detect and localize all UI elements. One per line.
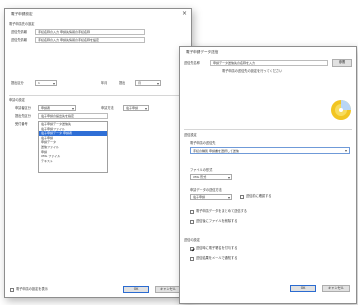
file-format-label: ファイルの形式 <box>190 168 213 172</box>
mail-notify-checkbox[interactable] <box>190 257 194 261</box>
section-label-send: 送信設定 <box>184 133 197 137</box>
cancel-button-back[interactable]: キャンセル <box>155 286 181 293</box>
field2-label: 送信先情報 <box>11 38 27 42</box>
separator <box>9 95 185 96</box>
signature-checkbox[interactable] <box>190 247 194 251</box>
title-bar: 電子申請データ送信 <box>180 47 356 58</box>
browse-button[interactable]: 参照 <box>332 59 352 67</box>
batch-send-checkbox[interactable] <box>190 210 194 214</box>
section-label-options: 送信の設定 <box>184 238 200 242</box>
disc-logo-icon <box>331 100 351 120</box>
mail-notify-label: 送信結果をメールで通知する <box>196 256 238 260</box>
signature-label: 送信時に電子署名を付与する <box>196 246 238 250</box>
dialog-title: 電子申請データ送信 <box>186 50 219 54</box>
file-format-combo[interactable]: XML 形式 <box>190 174 232 180</box>
destination-name-input[interactable]: 申請データ送信先の名称を入力 <box>210 60 328 66</box>
delete-after-checkbox[interactable] <box>190 220 194 224</box>
send-method-label: 申請データの送信方法 <box>190 188 222 192</box>
send-method-combo[interactable]: 電子申請 <box>190 194 232 200</box>
separator <box>184 129 352 130</box>
method-label: 申請方法 <box>101 106 114 110</box>
send-dialog-front: 電子申請データ送信 送信先名称 申請データ送信先の名称を入力 参照 電子申請の送… <box>179 46 357 304</box>
submit-label: 提出 <box>119 81 126 85</box>
dialog-title: 電子申請設定 <box>11 12 33 16</box>
method-combo[interactable]: 電子申請 <box>123 105 149 111</box>
chevron-down-icon <box>345 150 347 152</box>
applicant-type-combo[interactable]: 申請者 <box>38 105 76 111</box>
send-target-label: 電子申請の送信先 <box>190 141 216 145</box>
list-item[interactable]: テキスト <box>39 159 107 164</box>
delete-after-label: 送信後にファイルを削除する <box>196 219 238 223</box>
show-settings-checkbox[interactable] <box>10 288 14 292</box>
destination-type-label: 提出先区分 <box>15 114 31 118</box>
month-combo[interactable]: 月 <box>135 80 161 86</box>
field2-input[interactable]: 手続名称の入力 申請先情報の手続名称を設定 <box>35 37 145 43</box>
month-label: 年月 <box>101 81 108 85</box>
cancel-button-front[interactable]: キャンセル <box>322 285 350 292</box>
applicant-type-label: 申請者区分 <box>15 106 31 110</box>
submit-type-label: 提出区分 <box>11 81 24 85</box>
group-label-destination: 電子申請先の設定 <box>9 22 35 26</box>
confirm-label: 送信前に確認する <box>246 194 272 198</box>
batch-send-label: 電子申請データをまとめて送信する <box>196 209 247 213</box>
close-icon[interactable]: × <box>182 10 187 18</box>
field1-input[interactable]: 手続名称の入力 申請先情報の手続名称 <box>35 29 145 35</box>
title-bar: 電子申請設定 × <box>5 9 191 20</box>
destination-type-field[interactable]: 電子申請の提出先を指定 <box>38 113 108 119</box>
destination-listbox[interactable]: 電子申請データ送信先 電子申請ファイル 電子申請データ 申請者 電子申請 申請デ… <box>38 121 108 173</box>
group-label-application: 申請の設定 <box>9 98 25 102</box>
show-settings-label: 電子申請の設定を表示 <box>16 287 48 291</box>
destination-name-label: 送信先名称 <box>184 61 200 65</box>
ok-button-back[interactable]: OK <box>123 286 149 293</box>
confirm-checkbox[interactable] <box>240 195 244 199</box>
receipt-number-label: 受付番号 <box>15 122 28 126</box>
submit-type-combo[interactable]: 1 <box>35 80 57 86</box>
field1-label: 送信先情報 <box>11 30 27 34</box>
settings-dialog-back: 電子申請設定 × 電子申請先の設定 送信先情報 手続名称の入力 申請先情報の手続… <box>4 8 192 298</box>
send-target-combo[interactable]: 手続の種別 申請書を選択して送信 <box>190 147 350 154</box>
dialog-subtitle: 電子申請の送信先の設定を行ってください <box>222 69 283 73</box>
ok-button-front[interactable]: OK <box>290 285 316 292</box>
